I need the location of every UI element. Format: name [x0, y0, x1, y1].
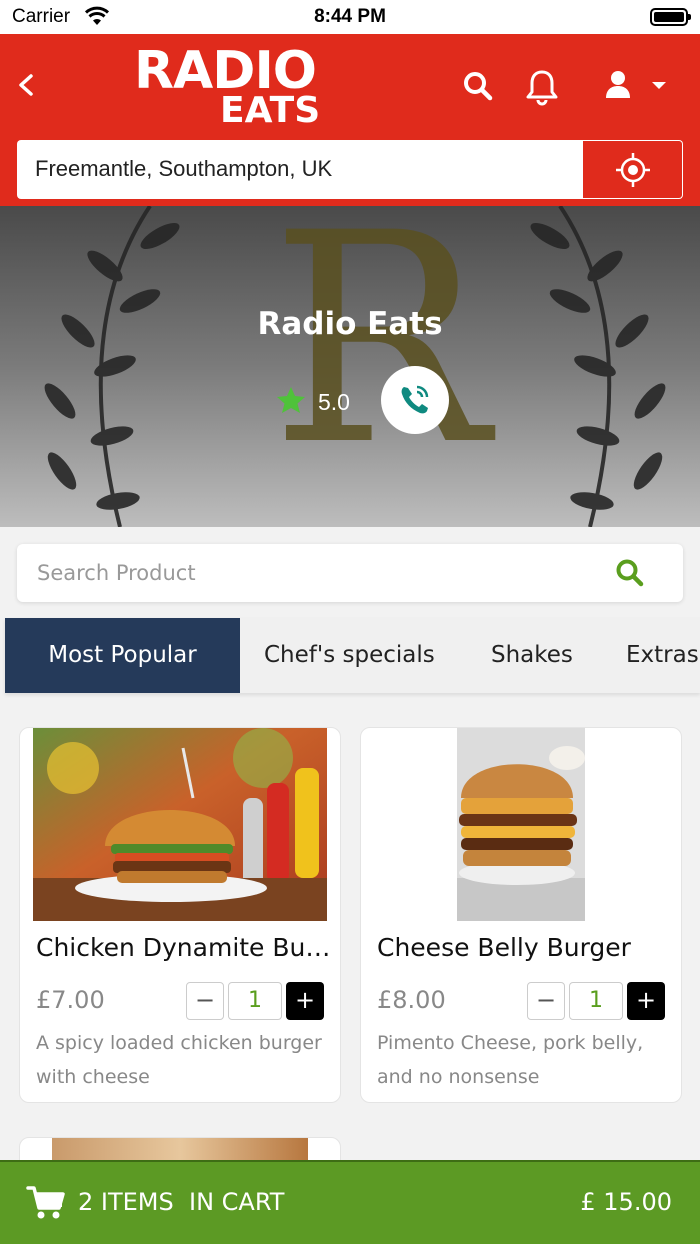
locate-icon	[616, 153, 650, 187]
search-icon[interactable]	[462, 70, 494, 102]
product-description: Pimento Cheese, pork belly, and no nonse…	[377, 1032, 644, 1088]
radio-eats-logo: RADIO EATS	[134, 44, 334, 130]
product-card[interactable]: Chicken Dynamite Burger £7.00 − 1 + A sp…	[19, 727, 341, 1103]
user-icon[interactable]	[604, 70, 632, 100]
search-placeholder: Search Product	[37, 561, 196, 585]
location-text[interactable]: Freemantle, Southampton, UK	[35, 156, 332, 182]
product-price: £7.00	[36, 986, 105, 1014]
cart-total[interactable]: £ 15.00	[580, 1188, 672, 1216]
product-image[interactable]	[33, 728, 327, 921]
decrease-quantity-button[interactable]: −	[186, 982, 224, 1020]
quantity-stepper: − 1 +	[527, 982, 665, 1020]
banner-logo-letter: R	[270, 206, 489, 509]
app-header: RADIO EATS Freemantle, Southampton, UK	[0, 34, 700, 206]
restaurant-name: Radio Eats	[257, 306, 443, 342]
quantity-stepper: − 1 +	[186, 982, 324, 1020]
tab-shakes[interactable]: Shakes	[491, 618, 573, 693]
product-image[interactable]	[457, 728, 585, 921]
location-field[interactable]: Freemantle, Southampton, UK	[17, 140, 683, 199]
tab-extras[interactable]: Extras	[626, 618, 699, 693]
increase-quantity-button[interactable]: +	[286, 982, 324, 1020]
product-name[interactable]: Cheese Belly Burger	[377, 933, 673, 962]
increase-quantity-button[interactable]: +	[627, 982, 665, 1020]
search-icon[interactable]	[615, 558, 645, 588]
cart-icon	[26, 1186, 65, 1219]
clock: 8:44 PM	[314, 6, 386, 27]
status-bar: Carrier 8:44 PM	[0, 0, 700, 34]
product-description: A spicy loaded chicken burger with chees…	[36, 1032, 322, 1088]
quantity-input[interactable]: 1	[228, 982, 282, 1020]
quantity-input[interactable]: 1	[569, 982, 623, 1020]
cart-item-count[interactable]: 2 ITEMS IN CART	[78, 1188, 284, 1216]
logo-text-bottom: EATS	[220, 90, 321, 131]
phone-icon	[401, 385, 429, 414]
decrease-quantity-button[interactable]: −	[527, 982, 565, 1020]
star-icon	[277, 387, 305, 413]
battery-icon	[650, 8, 691, 26]
product-card[interactable]: Cheese Belly Burger £8.00 − 1 + Pimento …	[360, 727, 682, 1103]
call-button[interactable]	[381, 366, 449, 434]
chevron-down-icon[interactable]	[652, 82, 666, 89]
bell-icon[interactable]	[524, 68, 560, 106]
product-search-bar[interactable]: Search Product	[17, 544, 683, 602]
rating-value: 5.0	[318, 389, 350, 415]
cart-bar[interactable]: 2 ITEMS IN CART £ 15.00	[0, 1160, 700, 1244]
back-icon[interactable]	[16, 74, 38, 96]
tab-most-popular[interactable]: Most Popular	[5, 618, 240, 693]
restaurant-banner: R Radio Eats 5.0	[0, 206, 700, 527]
tab-chefs-specials[interactable]: Chef's specials	[264, 618, 435, 693]
product-name[interactable]: Chicken Dynamite Burger	[36, 933, 332, 962]
locate-button[interactable]	[583, 141, 682, 198]
category-tabs: Most Popular Chef's specials Shakes Extr…	[5, 618, 700, 693]
product-price: £8.00	[377, 986, 446, 1014]
